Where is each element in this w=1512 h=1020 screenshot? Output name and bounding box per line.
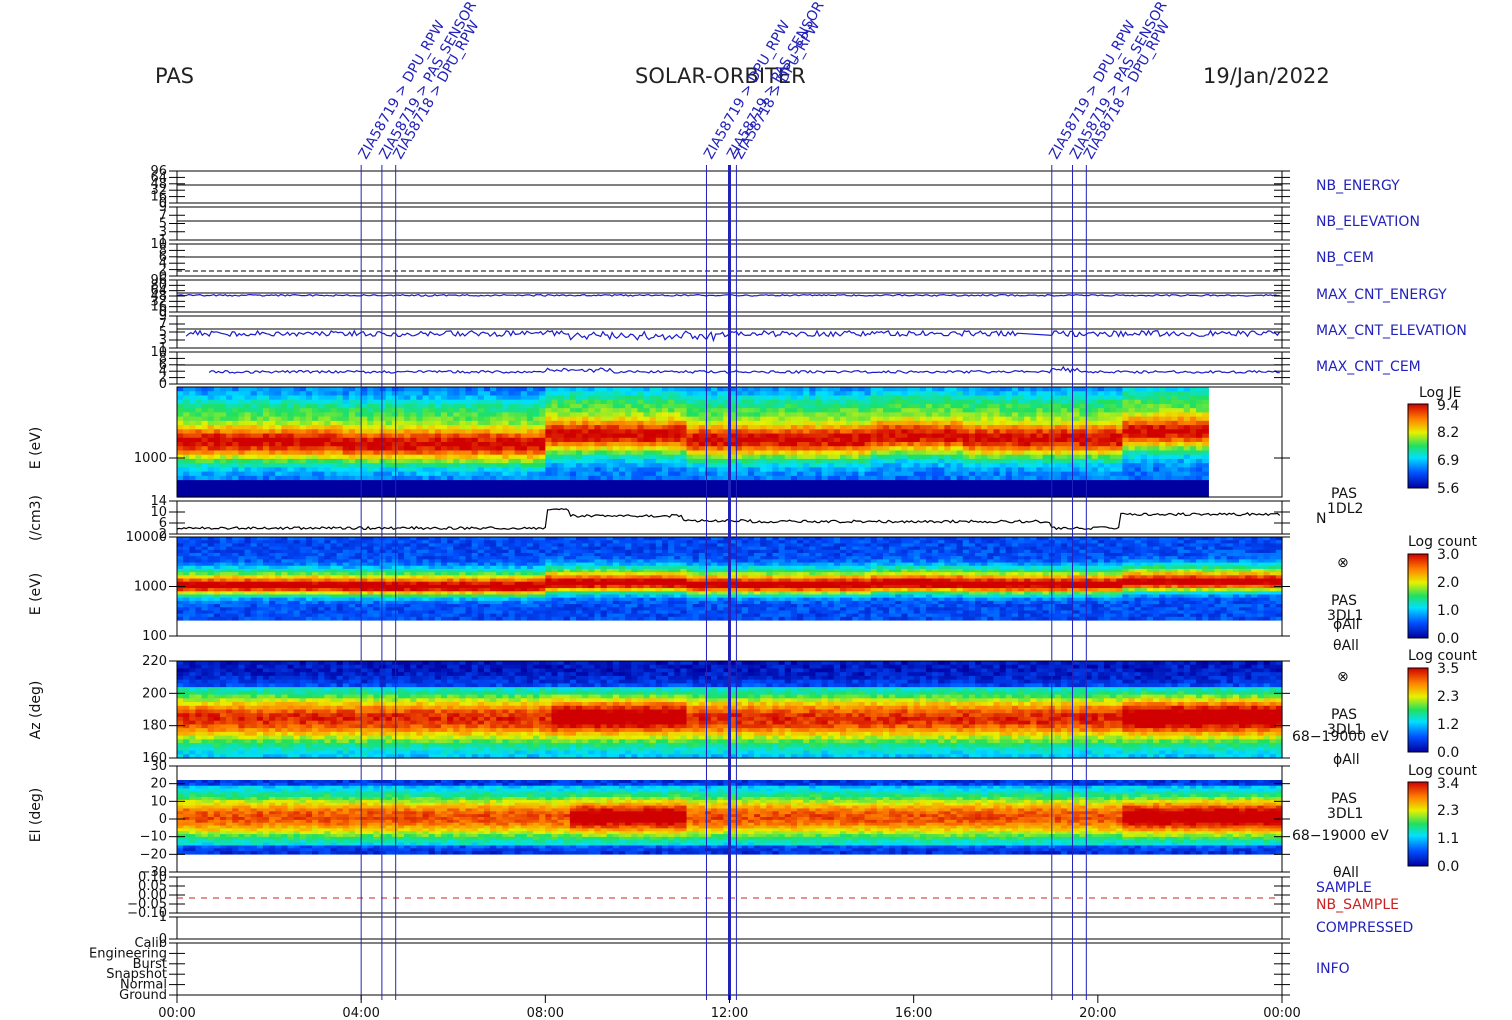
- colorbar-3-tick-2: 2.3: [1437, 689, 1459, 705]
- label-pas-2: PAS: [1331, 593, 1357, 609]
- colorbar-log-count-az: Log count 3.5 2.3 1.2 0.0: [1407, 648, 1477, 761]
- label-nb-elevation: NB_ELEVATION: [1316, 214, 1420, 230]
- label-phi-all-2: ϕAll: [1333, 752, 1360, 768]
- label-nb-sample: NB_SAMPLE: [1316, 897, 1399, 913]
- y-tick-label: 10: [150, 794, 167, 809]
- colorbar-log-je: Log JE 9.4 8.2 6.9 5.6: [1407, 385, 1461, 497]
- otimes-symbol-2: ⊗: [1337, 669, 1349, 685]
- otimes-symbol-1: ⊗: [1337, 555, 1349, 571]
- heatmap-1dl2-energy: [177, 387, 1209, 498]
- axis-title-density: (/cm3): [28, 495, 44, 541]
- label-energy-range-2: 68−19000 eV: [1292, 828, 1389, 844]
- label-pas-4: PAS: [1331, 791, 1357, 807]
- y-tick-label: 180: [142, 719, 167, 734]
- colorbar-1-tick-2: 8.2: [1437, 425, 1459, 441]
- axis-title-e-1: E (eV): [28, 427, 44, 469]
- y-tick-label: −10: [140, 830, 167, 845]
- instrument-title: PAS: [155, 64, 194, 88]
- colorbar-4-tick-1: 3.4: [1437, 776, 1459, 792]
- colorbar-2-tick-2: 2.0: [1437, 575, 1459, 591]
- y-tick-label: 1: [159, 910, 167, 925]
- label-nb-energy: NB_ENERGY: [1316, 178, 1400, 194]
- axis-title-e-2: E (eV): [28, 573, 44, 615]
- colorbar-2-tick-3: 1.0: [1437, 603, 1459, 619]
- label-max-cnt-cem: MAX_CNT_CEM: [1316, 359, 1421, 375]
- time-axis: 00:00 04:00 08:00 12:00 16:00 20:00 00:00: [158, 995, 1301, 1020]
- y-tick-label: 10000: [126, 530, 167, 545]
- colorbar-2-tick-4: 0.0: [1437, 631, 1459, 647]
- label-theta-all-2: θAll: [1333, 865, 1359, 881]
- label-max-cnt-elevation: MAX_CNT_ELEVATION: [1316, 323, 1467, 339]
- colorbar-1-tick-4: 5.6: [1437, 481, 1459, 497]
- colorbar-1-tick-3: 6.9: [1437, 453, 1459, 469]
- y-tick-label: 0: [159, 377, 167, 392]
- label-n: N: [1316, 511, 1326, 527]
- y-tick-label: 30: [150, 759, 167, 774]
- y-tick-label: 220: [142, 654, 167, 669]
- trace-max-cnt-cem: [208, 365, 1280, 374]
- label-pas-1: PAS: [1331, 486, 1357, 502]
- y-tick-label: 1000: [134, 580, 167, 595]
- x-tick-label: 20:00: [1079, 1006, 1116, 1020]
- label-sample: SAMPLE: [1316, 880, 1372, 896]
- x-tick-label: 00:00: [1263, 1006, 1300, 1020]
- trace-max-cnt-elevation: [185, 329, 1281, 343]
- label-nb-cem: NB_CEM: [1316, 250, 1374, 266]
- colorbar-4-tick-2: 2.3: [1437, 803, 1459, 819]
- x-tick-label: 04:00: [342, 1006, 379, 1020]
- x-tick-label: 00:00: [158, 1006, 195, 1020]
- y-tick-label: 0: [159, 812, 167, 827]
- colorbar-log-count-el: Log count 3.4 2.3 1.1 0.0: [1407, 763, 1477, 875]
- y-tick-label: 100: [142, 629, 167, 644]
- label-pas-3: PAS: [1331, 707, 1357, 723]
- colorbar-4-tick-3: 1.1: [1437, 831, 1459, 847]
- colorbar-3-tick-4: 0.0: [1437, 745, 1459, 761]
- colorbar-3-tick-1: 3.5: [1437, 661, 1459, 677]
- colorbar-log-count-e: Log count 3.0 2.0 1.0 0.0: [1407, 534, 1477, 647]
- colorbar-4-tick-4: 0.0: [1437, 859, 1459, 875]
- x-tick-label: 08:00: [527, 1006, 564, 1020]
- y-tick-label: Ground: [119, 988, 167, 1003]
- label-max-cnt-energy: MAX_CNT_ENERGY: [1316, 287, 1447, 303]
- axis-title-az: Az (deg): [28, 681, 44, 740]
- colorbar-1-tick-1: 9.4: [1437, 398, 1459, 414]
- y-tick-label: 200: [142, 686, 167, 701]
- x-tick-label: 16:00: [895, 1006, 932, 1020]
- label-energy-range-1: 68−19000 eV: [1292, 729, 1389, 745]
- date-title: 19/Jan/2022: [1203, 64, 1330, 88]
- y-tick-label: 20: [150, 777, 167, 792]
- label-compressed: COMPRESSED: [1316, 920, 1413, 936]
- label-3dl1-3: 3DL1: [1327, 806, 1363, 822]
- x-tick-label: 12:00: [711, 1006, 748, 1020]
- axis-title-el: El (deg): [28, 788, 44, 843]
- colorbar-3-tick-3: 1.2: [1437, 717, 1459, 733]
- y-tick-label: 1000: [134, 451, 167, 466]
- pas-summary-plot: PAS SOLAR-ORBITER 19/Jan/2022 NB_ENERGY …: [28, 0, 1477, 1020]
- y-tick-label: −20: [140, 847, 167, 862]
- label-theta-all-1: θAll: [1333, 638, 1359, 654]
- colorbar-2-tick-1: 3.0: [1437, 547, 1459, 563]
- label-1dl2: 1DL2: [1327, 501, 1363, 517]
- label-info: INFO: [1316, 961, 1350, 977]
- label-phi-all-1: ϕAll: [1333, 617, 1360, 633]
